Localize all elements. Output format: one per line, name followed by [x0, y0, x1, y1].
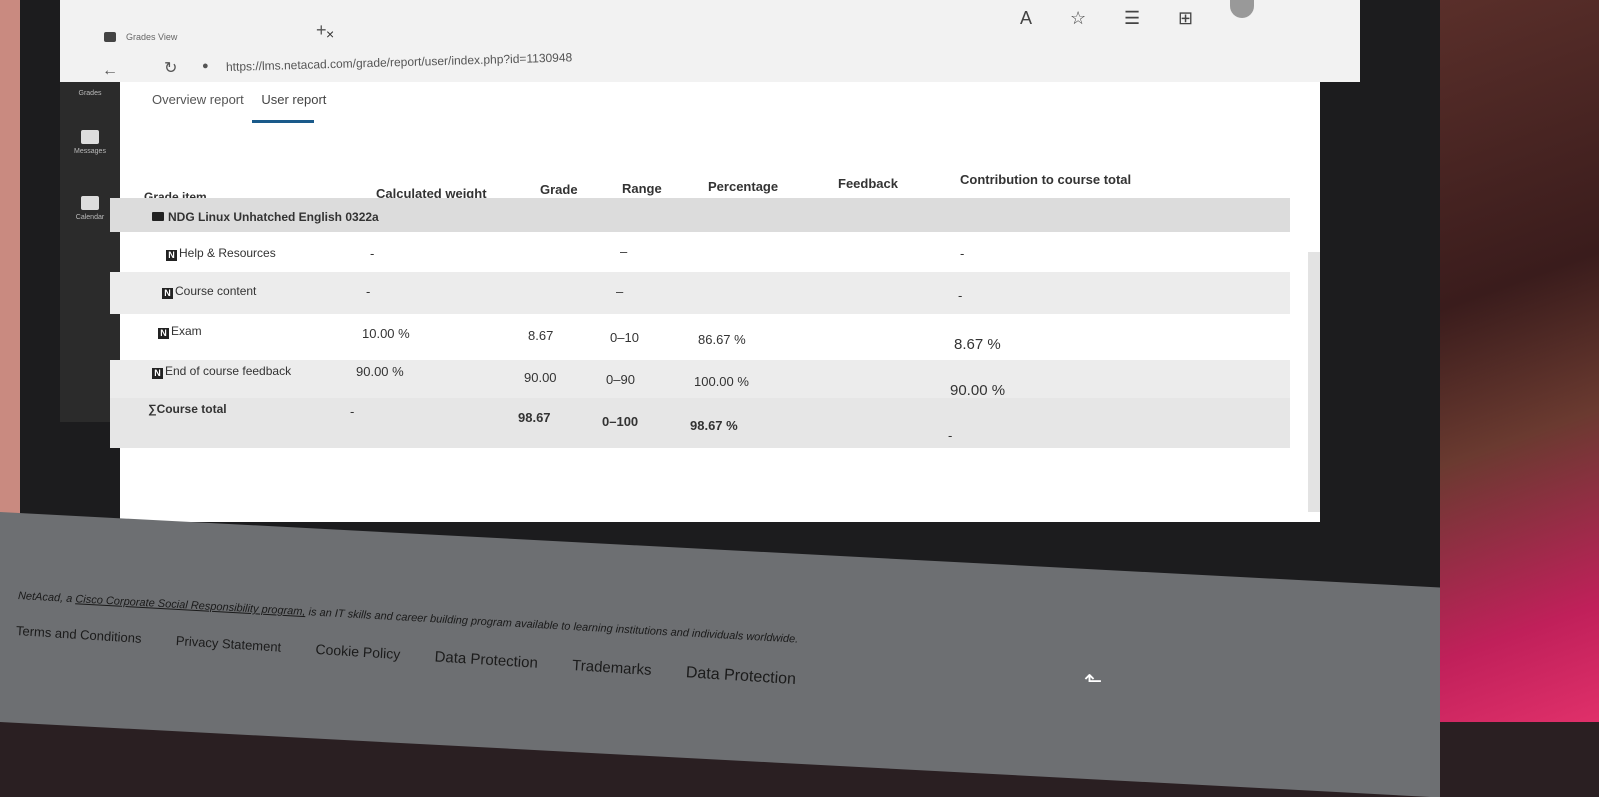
- address-bar[interactable]: https://lms.netacad.com/grade/report/use…: [226, 50, 573, 74]
- row-contribution: -: [960, 246, 965, 261]
- row-percentage: 100.00 %: [694, 374, 749, 389]
- rail-item-label: Messages: [74, 148, 106, 155]
- rail-item-messages[interactable]: Messages: [60, 130, 120, 155]
- browser-tab[interactable]: Grades View ×: [100, 22, 334, 52]
- lock-icon: ●: [202, 60, 209, 72]
- favorites-icon[interactable]: ☰: [1124, 8, 1140, 29]
- rail-item-label: Calendar: [75, 214, 105, 221]
- course-total-label: ∑Course total: [148, 402, 227, 416]
- category-row: NDG Linux Unhatched English 0322a: [110, 198, 1290, 232]
- rail-item-label: Grades: [78, 90, 102, 97]
- row-item[interactable]: N Exam: [158, 324, 202, 339]
- total-percentage: 98.67 %: [690, 418, 738, 433]
- row-weight: 10.00 %: [362, 326, 410, 341]
- read-aloud-icon[interactable]: A: [1020, 8, 1032, 29]
- messages-icon: [81, 130, 99, 144]
- row-item[interactable]: N End of course feedback: [152, 364, 291, 379]
- favicon-icon: [104, 32, 116, 42]
- table-row: N Exam 10.00 % 8.67 0–10 86.67 % 8.67 %: [110, 314, 1290, 360]
- row-contribution: 90.00 %: [950, 382, 1006, 399]
- reload-icon[interactable]: ↻: [164, 58, 177, 78]
- tab-overview-report[interactable]: Overview report: [152, 92, 244, 107]
- new-tab-button[interactable]: +: [316, 20, 327, 41]
- mouse-cursor-icon: ⬑: [1084, 668, 1103, 693]
- sum-icon: ∑: [148, 402, 157, 416]
- header-contribution: Contribution to course total: [960, 172, 1132, 187]
- calendar-icon: [81, 196, 99, 210]
- header-grade: Grade: [540, 182, 578, 197]
- header-percentage: Percentage: [708, 179, 779, 194]
- page-scrollbar[interactable]: [1308, 252, 1320, 512]
- footer-link-trademarks[interactable]: Trademarks: [572, 657, 652, 679]
- total-contribution: -: [948, 428, 953, 443]
- report-tabs: Overview report User report: [152, 92, 340, 107]
- total-weight: -: [350, 404, 355, 419]
- row-range: 0–90: [606, 372, 635, 387]
- row-percentage: 86.67 %: [698, 332, 746, 347]
- folder-icon: [152, 212, 164, 221]
- row-item[interactable]: N Course content: [162, 284, 256, 299]
- row-contribution: 8.67 %: [954, 336, 1001, 353]
- header-range: Range: [622, 181, 662, 196]
- rail-item-grades[interactable]: Grades: [60, 90, 120, 97]
- row-range: 0–10: [610, 330, 639, 345]
- profile-avatar[interactable]: [1230, 0, 1254, 18]
- n-icon: N: [158, 328, 169, 339]
- table-row: N Help & Resources - – -: [110, 232, 1290, 272]
- tab-close-icon[interactable]: ×: [326, 26, 334, 42]
- header-feedback: Feedback: [838, 176, 898, 191]
- tab-user-report[interactable]: User report: [261, 92, 326, 107]
- row-weight: -: [370, 246, 375, 261]
- row-range: –: [620, 244, 628, 259]
- tab-title: Grades View: [126, 32, 178, 42]
- background-right: [1429, 0, 1599, 722]
- row-grade: 8.67: [528, 328, 554, 343]
- active-tab-indicator: [252, 120, 314, 123]
- total-grade: 98.67: [518, 410, 551, 425]
- grade-table: Grade item Calculated weight Grade Range…: [110, 172, 1290, 472]
- collections-icon[interactable]: ⊞: [1178, 8, 1193, 29]
- grade-report-page: Overview report User report Grade item C…: [110, 82, 1320, 522]
- back-icon[interactable]: ←: [102, 62, 118, 80]
- course-total-row: ∑Course total - 98.67 0–100 98.67 % -: [110, 398, 1290, 448]
- row-item[interactable]: N Help & Resources: [166, 246, 276, 261]
- browser-chrome: Grades View × + ← ↻ ● https://lms.netaca…: [60, 0, 1360, 82]
- row-weight: 90.00 %: [356, 364, 404, 379]
- table-row: N Course content - – -: [110, 272, 1290, 314]
- total-range: 0–100: [602, 414, 639, 429]
- favorite-add-icon[interactable]: ☆: [1070, 8, 1086, 29]
- category-name: NDG Linux Unhatched English 0322a: [152, 210, 379, 224]
- row-contribution: -: [958, 288, 963, 303]
- n-icon: N: [162, 288, 173, 299]
- row-grade: 90.00: [524, 370, 557, 385]
- row-range: –: [616, 284, 624, 299]
- n-icon: N: [166, 250, 177, 261]
- row-weight: -: [366, 284, 371, 299]
- n-icon: N: [152, 368, 163, 379]
